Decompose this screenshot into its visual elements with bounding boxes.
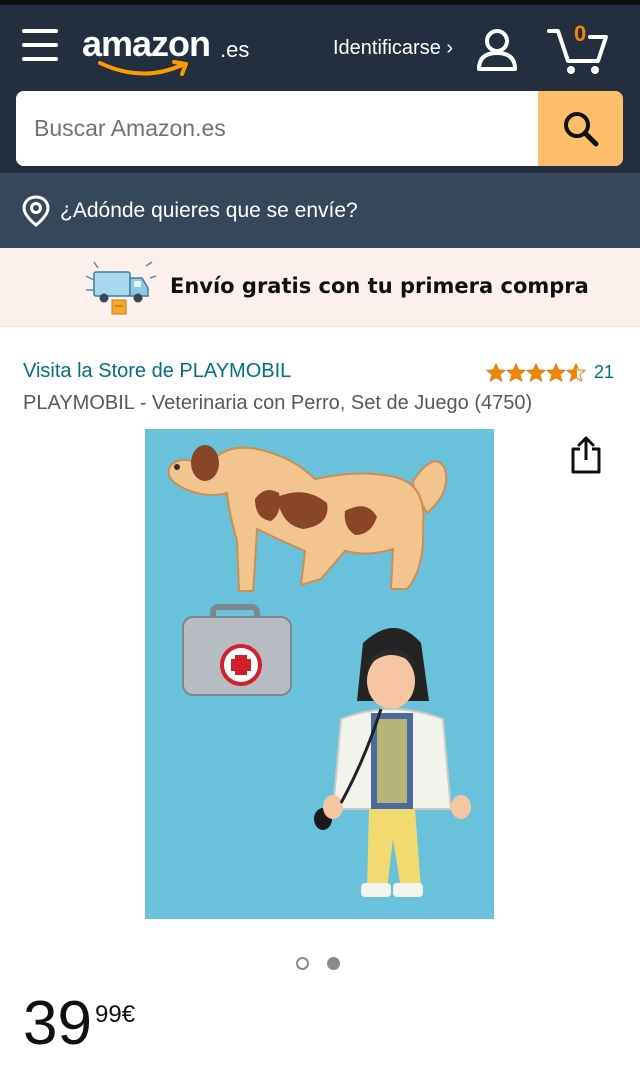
promo-banner[interactable]: Envío gratis con tu primera compra xyxy=(0,248,640,327)
cart-count: 0 xyxy=(574,21,587,46)
price-fraction: 99 xyxy=(95,1001,122,1028)
dog-figure xyxy=(167,445,448,592)
price-currency: € xyxy=(121,1001,136,1028)
amazon-logo[interactable]: amazon .es xyxy=(82,19,262,79)
price: 39 99€ xyxy=(23,993,135,1055)
promo-text: Envío gratis con tu primera compra xyxy=(170,274,589,298)
logo-smile-icon xyxy=(98,60,188,76)
search-bar xyxy=(16,91,623,166)
store-link[interactable]: Visita la Store de PLAYMOBIL xyxy=(23,360,291,383)
location-pin-icon xyxy=(22,195,50,227)
product-rating[interactable]: 21 xyxy=(486,362,614,383)
vet-figure xyxy=(314,628,471,897)
search-icon xyxy=(563,111,598,146)
search-button[interactable] xyxy=(538,91,623,166)
medical-case-figure xyxy=(182,604,292,696)
cart-button[interactable]: 0 xyxy=(546,19,610,77)
carousel-dot-2[interactable] xyxy=(327,957,340,970)
delivery-location-bar[interactable]: ¿Adónde quieres que se envíe? xyxy=(0,173,640,248)
share-icon[interactable] xyxy=(569,435,603,475)
carousel-dot-1[interactable] xyxy=(296,957,309,970)
user-icon[interactable] xyxy=(474,27,520,73)
location-label: ¿Adónde quieres que se envíe? xyxy=(60,199,358,222)
price-fraction-group: 99€ xyxy=(95,1001,135,1029)
price-whole: 39 xyxy=(23,989,92,1058)
star-rating-icon xyxy=(486,362,587,382)
delivery-truck-icon xyxy=(85,261,156,315)
image-carousel-dots xyxy=(296,957,340,970)
signin-link[interactable]: Identificarse › xyxy=(333,37,453,60)
logo-tld: .es xyxy=(220,37,250,62)
menu-icon[interactable] xyxy=(22,29,58,63)
product-title: PLAYMOBIL - Veterinaria con Perro, Set d… xyxy=(23,392,533,414)
product-image[interactable] xyxy=(145,429,494,919)
product-illustration xyxy=(167,445,471,897)
search-input[interactable] xyxy=(16,91,538,166)
header: amazon .es Identificarse › 0 xyxy=(0,5,640,173)
rating-count[interactable]: 21 xyxy=(594,362,614,383)
